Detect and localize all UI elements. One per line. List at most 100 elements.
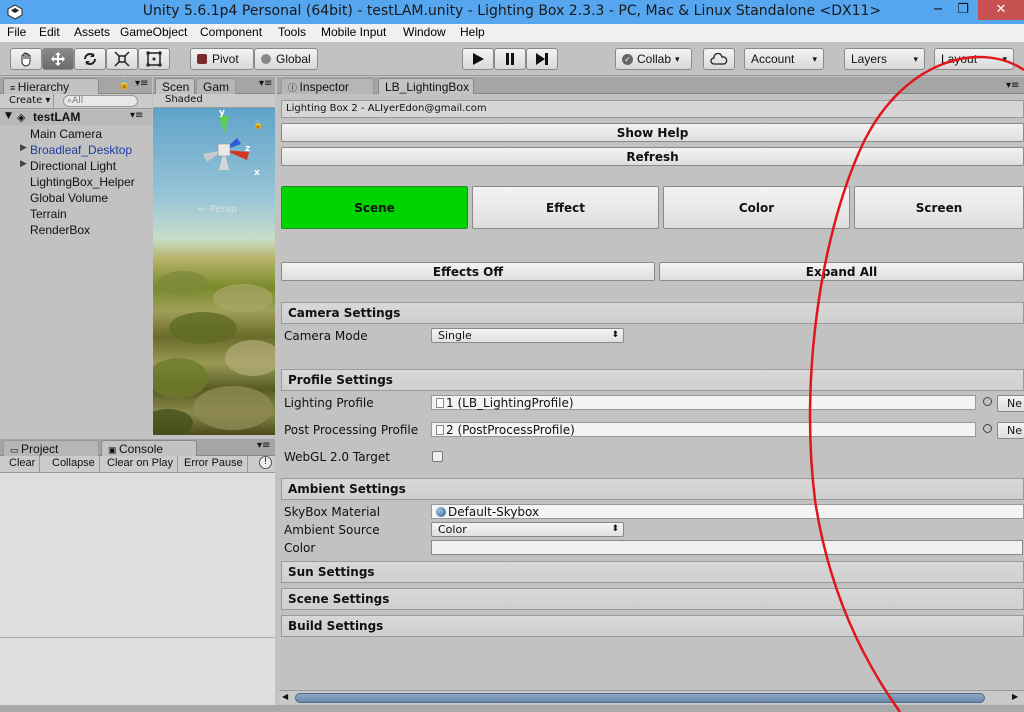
console-detail-area[interactable] <box>0 637 275 708</box>
post-profile-field[interactable]: 2 (PostProcessProfile) <box>431 422 976 437</box>
tab-project[interactable]: ▭ Project <box>3 440 99 456</box>
scene-menu-icon[interactable]: ▾≡ <box>130 110 143 121</box>
lock-icon[interactable]: 🔒 <box>118 79 130 90</box>
play-button[interactable] <box>462 48 494 70</box>
camera-settings-header[interactable]: Camera Settings <box>281 302 1024 324</box>
hierarchy-panel: ≡ Hierarchy 🔒 ▾≡ Create ▾ ⌕All ▼ ◈ testL… <box>0 77 152 435</box>
new-post-profile-button[interactable]: Ne <box>997 422 1024 439</box>
maximize-button[interactable]: ❐ <box>950 0 976 20</box>
panel-menu-icon[interactable]: ▾≡ <box>259 78 272 89</box>
horizontal-scrollbar[interactable]: ◀ ▶ <box>279 690 1024 704</box>
hierarchy-item[interactable]: RenderBox <box>30 223 90 237</box>
expand-arrow-icon[interactable]: ▼ <box>5 111 12 121</box>
menu-gameobject[interactable]: GameObject <box>120 25 187 39</box>
hierarchy-toolbar: Create ▾ ⌕All <box>0 94 152 109</box>
hierarchy-item[interactable]: Global Volume <box>30 191 108 205</box>
category-screen-button[interactable]: Screen <box>854 186 1024 229</box>
hierarchy-tab-row: ≡ Hierarchy 🔒 ▾≡ <box>0 77 152 94</box>
new-lighting-profile-button[interactable]: Ne <box>997 395 1024 412</box>
panel-menu-icon[interactable]: ▾≡ <box>1006 80 1019 91</box>
shading-mode-dropdown[interactable]: Shaded <box>165 94 203 105</box>
scene-tab-row: Scen Gam ▾≡ <box>153 77 275 94</box>
scroll-left-arrow-icon[interactable]: ◀ <box>282 692 288 701</box>
hierarchy-item[interactable]: Directional Light <box>30 159 116 173</box>
error-pause-button[interactable]: Error Pause <box>180 456 248 472</box>
ambient-settings-header[interactable]: Ambient Settings <box>281 478 1024 500</box>
effects-off-button[interactable]: Effects Off <box>281 262 655 281</box>
build-settings-header[interactable]: Build Settings <box>281 615 1024 637</box>
close-button[interactable]: ✕ <box>978 0 1024 20</box>
scroll-right-arrow-icon[interactable]: ▶ <box>1012 692 1018 701</box>
pause-button[interactable] <box>494 48 526 70</box>
hierarchy-item[interactable]: Main Camera <box>30 127 102 141</box>
search-placeholder: All <box>72 96 84 106</box>
menu-component[interactable]: Component <box>200 25 262 39</box>
show-help-button[interactable]: Show Help <box>281 123 1024 142</box>
account-dropdown[interactable]: Account ▾ <box>744 48 824 70</box>
object-picker-icon[interactable] <box>983 424 992 433</box>
tab-scene[interactable]: Scen <box>155 78 195 94</box>
expand-arrow-icon[interactable]: ▶ <box>20 143 27 153</box>
expand-all-button[interactable]: Expand All <box>659 262 1024 281</box>
scene-settings-header[interactable]: Scene Settings <box>281 588 1024 610</box>
hierarchy-item[interactable]: Terrain <box>30 207 67 221</box>
create-dropdown[interactable]: Create ▾ <box>5 94 55 108</box>
move-tool-button[interactable] <box>42 48 74 70</box>
scrollbar-thumb[interactable] <box>295 693 985 703</box>
minimize-button[interactable]: − <box>925 0 951 20</box>
window-title: Unity 5.6.1p4 Personal (64bit) - testLAM… <box>142 3 882 19</box>
menu-edit[interactable]: Edit <box>39 25 60 39</box>
clear-button[interactable]: Clear <box>5 456 41 472</box>
hand-tool-button[interactable] <box>10 48 42 70</box>
collapse-button[interactable]: Collapse <box>48 456 100 472</box>
lock-icon[interactable]: 🔒 <box>253 120 263 129</box>
object-picker-icon[interactable] <box>983 397 992 406</box>
rotate-tool-button[interactable] <box>74 48 106 70</box>
cloud-button[interactable] <box>703 48 735 70</box>
hierarchy-item[interactable]: LightingBox_Helper <box>30 175 135 189</box>
refresh-button[interactable]: Refresh <box>281 147 1024 166</box>
menu-help[interactable]: Help <box>460 25 485 39</box>
skybox-material-field[interactable]: Default-Skybox <box>431 504 1024 519</box>
lighting-profile-field[interactable]: 1 (LB_LightingProfile) <box>431 395 976 410</box>
webgl-checkbox[interactable] <box>432 451 443 462</box>
menu-mobile-input[interactable]: Mobile Input <box>321 25 386 39</box>
tab-scene-label: Scen <box>162 80 190 94</box>
scene-viewport[interactable]: y z x ← Persp 🔒 <box>153 108 275 435</box>
menu-window[interactable]: Window <box>403 25 446 39</box>
hierarchy-scene-row[interactable]: ▼ ◈ testLAM ▾≡ <box>0 110 152 125</box>
persp-label[interactable]: ← Persp <box>198 204 237 215</box>
category-scene-button[interactable]: Scene <box>281 186 468 229</box>
post-profile-label: Post Processing Profile <box>284 423 419 437</box>
scale-tool-button[interactable] <box>106 48 138 70</box>
menu-file[interactable]: File <box>7 25 26 39</box>
tab-inspector[interactable]: ⓘ Inspector <box>281 78 374 94</box>
layout-dropdown[interactable]: Layout ▾ <box>934 48 1014 70</box>
profile-settings-header[interactable]: Profile Settings <box>281 369 1024 391</box>
global-button[interactable]: Global <box>254 48 318 70</box>
expand-arrow-icon[interactable]: ▶ <box>20 159 27 169</box>
ambient-color-field[interactable] <box>431 540 1023 555</box>
step-button[interactable] <box>526 48 558 70</box>
search-input[interactable]: ⌕All <box>63 95 138 107</box>
camera-mode-dropdown[interactable]: Single ⬍ <box>431 328 624 343</box>
sun-settings-header[interactable]: Sun Settings <box>281 561 1024 583</box>
panel-menu-icon[interactable]: ▾≡ <box>257 440 270 451</box>
info-icon[interactable]: ! <box>259 456 272 469</box>
menu-tools[interactable]: Tools <box>278 25 306 39</box>
menu-assets[interactable]: Assets <box>74 25 110 39</box>
tab-game[interactable]: Gam <box>196 78 236 94</box>
layers-dropdown[interactable]: Layers ▾ <box>844 48 925 70</box>
pivot-button[interactable]: Pivot <box>190 48 254 70</box>
collab-button[interactable]: ✓ Collab ▾ <box>615 48 692 70</box>
ambient-source-dropdown[interactable]: Color ⬍ <box>431 522 624 537</box>
category-color-button[interactable]: Color <box>663 186 850 229</box>
category-effect-button[interactable]: Effect <box>472 186 659 229</box>
hierarchy-item[interactable]: Broadleaf_Desktop <box>30 143 132 157</box>
tab-console[interactable]: ▣ Console <box>101 440 197 456</box>
tab-hierarchy[interactable]: ≡ Hierarchy <box>3 78 99 94</box>
rect-tool-button[interactable] <box>138 48 170 70</box>
clear-on-play-button[interactable]: Clear on Play <box>103 456 179 472</box>
panel-menu-icon[interactable]: ▾≡ <box>135 78 148 89</box>
tab-lighting-box[interactable]: LB_LightingBox <box>378 78 474 94</box>
